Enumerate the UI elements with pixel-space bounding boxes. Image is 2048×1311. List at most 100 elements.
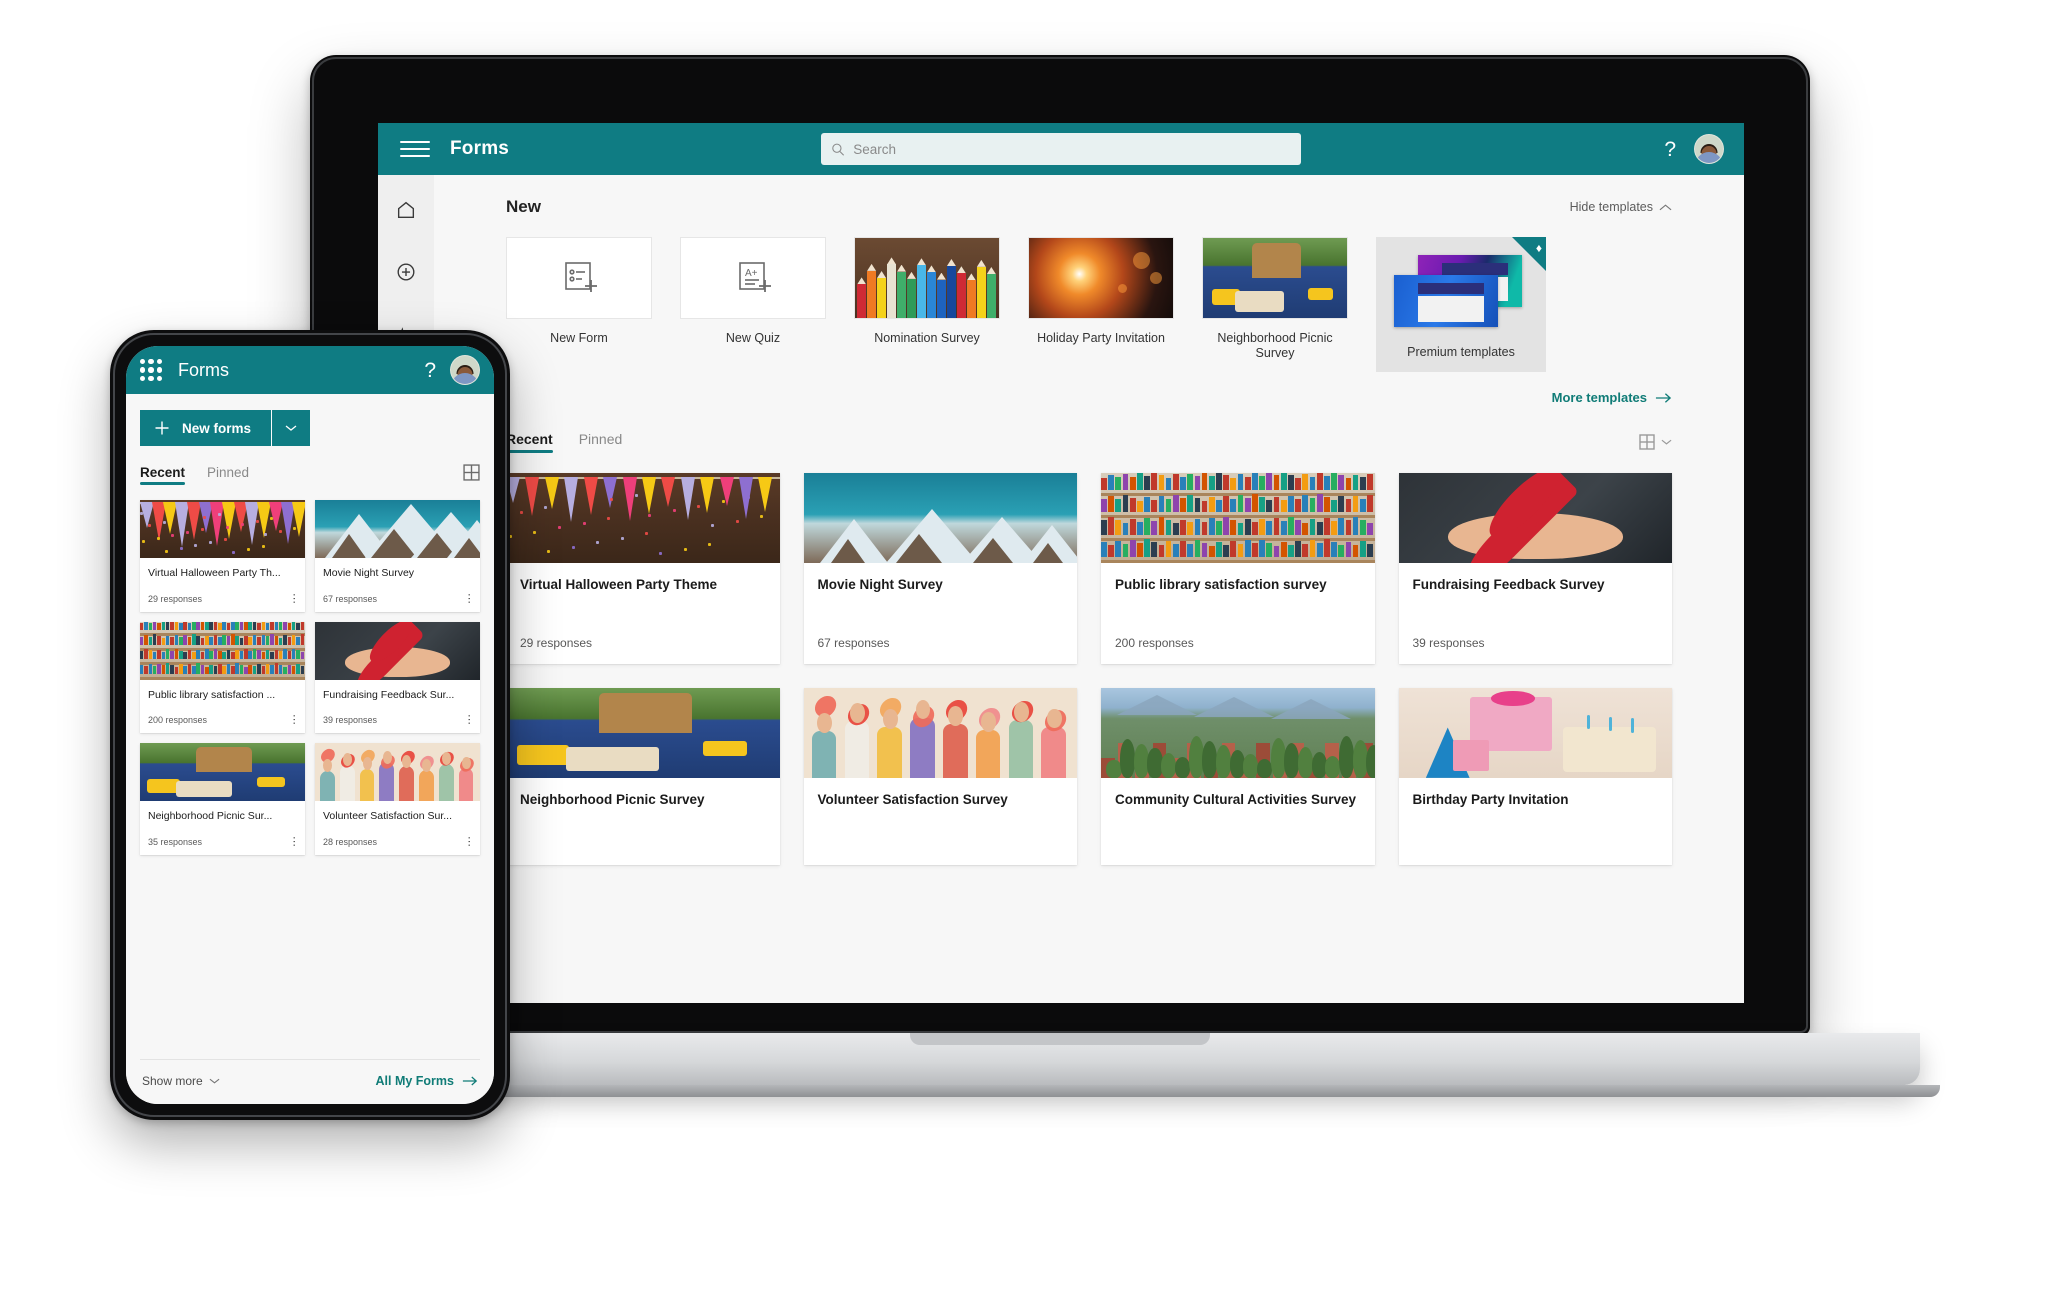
screenshot-stage: Forms ?: [0, 0, 2048, 1311]
form-card-responses: 200 responses: [148, 715, 208, 726]
form-card-footer: 35 responses ⋯: [140, 836, 305, 855]
more-vertical-icon[interactable]: ⋯: [463, 714, 475, 725]
form-card[interactable]: Volunteer Satisfaction Survey: [803, 687, 1077, 865]
picnic-image: [506, 687, 780, 778]
template-card-neighborhood-picnic-survey[interactable]: Neighborhood Picnic Survey: [1202, 237, 1348, 361]
tab-recent[interactable]: Recent: [140, 465, 186, 485]
sparkler-image: [1029, 238, 1173, 318]
laptop-device: Forms ?: [180, 55, 1940, 1097]
form-card-footer: 39 responses ⋯: [315, 714, 480, 733]
help-icon[interactable]: ?: [1664, 139, 1676, 160]
phone-footer: Show more All My Forms: [140, 1059, 480, 1104]
show-more-label: Show more: [142, 1074, 203, 1088]
form-card-responses: 35 responses: [148, 836, 203, 847]
more-templates-link[interactable]: More templates: [1552, 390, 1672, 405]
template-card-nomination-survey[interactable]: Nomination Survey: [854, 237, 1000, 346]
form-card[interactable]: Virtual Halloween Party Th... 29 respons…: [140, 500, 305, 612]
form-card-image: [140, 621, 305, 680]
form-card-responses: 39 responses: [1412, 635, 1485, 650]
form-card[interactable]: Virtual Halloween Party Theme 29 respons…: [506, 473, 780, 664]
template-thumbnail: [1388, 251, 1534, 333]
template-card-holiday-party-invitation[interactable]: Holiday Party Invitation: [1028, 237, 1174, 346]
more-vertical-icon[interactable]: ⋯: [288, 714, 300, 725]
form-card[interactable]: Fundraising Feedback Survey 39 responses: [1398, 473, 1672, 664]
more-vertical-icon[interactable]: ⋯: [288, 836, 300, 847]
form-card-title: Birthday Party Invitation: [1412, 791, 1569, 807]
app-launcher-icon[interactable]: [140, 359, 162, 381]
library-image: [1101, 473, 1375, 563]
search-box[interactable]: [821, 133, 1301, 165]
form-card-title: Movie Night Survey: [323, 567, 415, 579]
phone-screen: Forms ? New forms Recent Pinned Virtual …: [126, 346, 494, 1104]
heart-in-hands-image: [315, 621, 480, 680]
form-card-image: [803, 687, 1077, 778]
search-icon: [832, 143, 845, 156]
form-card[interactable]: Fundraising Feedback Sur... 39 responses…: [315, 621, 480, 734]
form-card-title: Fundraising Feedback Survey: [1412, 577, 1605, 592]
search-input[interactable]: [853, 141, 1291, 157]
form-card-responses: 39 responses: [323, 715, 378, 726]
form-card-image: [1398, 687, 1672, 778]
form-card-meta: Neighborhood Picnic Survey: [506, 778, 780, 809]
library-image: [140, 621, 305, 680]
avatar[interactable]: [1694, 134, 1724, 164]
form-card-title: Volunteer Satisfaction Survey: [817, 791, 1008, 807]
hide-templates-button[interactable]: Hide templates: [1570, 200, 1672, 214]
form-card-title: Public library satisfaction ...: [148, 688, 276, 701]
mountain-image: [803, 473, 1077, 563]
tab-pinned[interactable]: Pinned: [579, 431, 623, 453]
new-section-header: New Hide templates: [506, 197, 1672, 217]
form-card[interactable]: Neighborhood Picnic Sur... 35 responses …: [140, 743, 305, 855]
new-forms-dropdown-button[interactable]: [272, 410, 311, 446]
form-card[interactable]: Birthday Party Invitation: [1398, 687, 1672, 865]
form-card-responses: [1101, 851, 1375, 865]
template-card-new-quiz[interactable]: A+ New Quiz: [680, 237, 826, 346]
more-vertical-icon[interactable]: ⋯: [288, 593, 300, 604]
form-card-footer: 29 responses ⋯: [140, 593, 305, 612]
chevron-down-icon: [285, 425, 297, 431]
template-label: Premium templates: [1407, 345, 1515, 359]
avatar[interactable]: [450, 355, 480, 385]
template-thumbnail: [854, 237, 1000, 319]
party-flags-image: [140, 500, 305, 558]
new-forms-label: New forms: [182, 420, 252, 436]
form-card[interactable]: Public library satisfaction survey 200 r…: [1101, 473, 1375, 664]
templates-row: New Form A+ New Quiz Nomination Survey H…: [506, 237, 1672, 372]
hamburger-icon[interactable]: [400, 134, 430, 164]
arrow-right-icon: [1655, 392, 1672, 403]
split-divider: [271, 410, 273, 446]
form-card-responses: 29 responses: [148, 593, 203, 604]
template-thumbnail: A+: [680, 237, 826, 319]
avatar-body: [451, 373, 479, 384]
more-vertical-icon[interactable]: ⋯: [463, 836, 475, 847]
new-forms-button[interactable]: New forms: [140, 410, 272, 446]
more-vertical-icon[interactable]: ⋯: [463, 593, 475, 604]
form-card-title: Virtual Halloween Party Theme: [520, 577, 718, 592]
tab-pinned[interactable]: Pinned: [207, 465, 249, 485]
laptop-screen: Forms ?: [378, 123, 1744, 1003]
all-my-forms-link[interactable]: All My Forms: [376, 1074, 479, 1088]
form-card[interactable]: Volunteer Satisfaction Sur... 28 respons…: [315, 743, 480, 855]
template-label: Neighborhood Picnic Survey: [1217, 331, 1333, 360]
form-card[interactable]: Movie Night Survey 67 responses ⋯: [315, 500, 480, 612]
show-more-button[interactable]: Show more: [142, 1074, 220, 1088]
chevron-down-icon: [1661, 439, 1672, 445]
template-card-premium-templates[interactable]: ♦ Premium templates: [1376, 237, 1546, 372]
grid-view-icon[interactable]: [463, 464, 480, 486]
form-card-image: [803, 473, 1077, 563]
party-flags-image: [506, 473, 780, 563]
template-card-new-form[interactable]: New Form: [506, 237, 652, 346]
plus-circle-icon[interactable]: [389, 255, 423, 289]
form-card[interactable]: Community Cultural Activities Survey: [1101, 687, 1375, 865]
view-toggle[interactable]: [1639, 434, 1672, 450]
template-label: Holiday Party Invitation: [1037, 331, 1165, 345]
help-icon[interactable]: ?: [424, 360, 436, 381]
tab-recent[interactable]: Recent: [506, 431, 553, 453]
form-card[interactable]: Neighborhood Picnic Survey: [506, 687, 780, 865]
form-card[interactable]: Movie Night Survey 67 responses: [803, 473, 1077, 664]
recent-section: Recent Pinned Virtual Halloween Party Th…: [434, 405, 1744, 865]
topbar-right-actions: ?: [1664, 134, 1730, 164]
form-card-responses: [506, 851, 780, 865]
home-icon[interactable]: [389, 193, 423, 227]
form-card[interactable]: Public library satisfaction ... 200 resp…: [140, 621, 305, 734]
